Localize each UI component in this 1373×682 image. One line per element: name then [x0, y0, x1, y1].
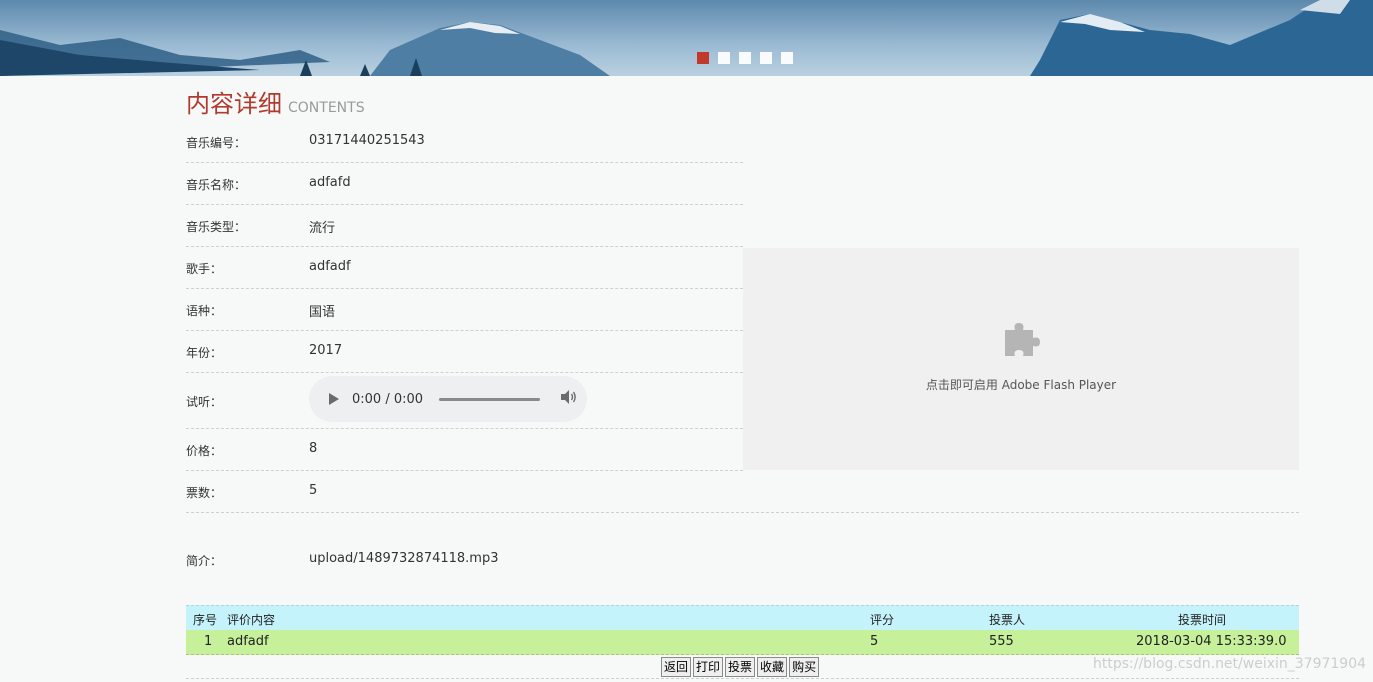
print-button[interactable]: 打印	[693, 657, 724, 677]
cell-content: adfadf	[227, 634, 269, 649]
carousel-indicators	[697, 52, 793, 64]
puzzle-icon	[1005, 323, 1040, 356]
detail-row-id: 音乐编号： 03171440251543	[186, 120, 743, 163]
detail-value: 03171440251543	[309, 133, 425, 148]
detail-row-language: 语种： 国语	[186, 288, 743, 331]
audio-time: 0:00 / 0:00	[352, 391, 424, 407]
detail-label: 音乐编号：	[186, 136, 247, 150]
detail-label: 歌手：	[186, 262, 223, 276]
header-score: 评分	[870, 613, 895, 627]
play-icon[interactable]	[329, 393, 339, 405]
detail-label: 语种：	[186, 304, 223, 318]
detail-label: 价格：	[186, 444, 223, 458]
divider	[186, 678, 1299, 679]
intro-label: 简介：	[186, 554, 223, 568]
detail-row-intro: 简介： upload/1489732874118.mp3	[186, 512, 1299, 604]
detail-row-price: 价格： 8	[186, 428, 743, 471]
flash-player-placeholder[interactable]: 点击即可启用 Adobe Flash Player	[743, 248, 1299, 470]
carousel-dot-4[interactable]	[760, 52, 772, 64]
vote-button[interactable]: 投票	[725, 657, 756, 677]
table-header: 序号 评价内容 评分 投票人 投票时间	[186, 605, 1299, 631]
detail-label: 试听：	[186, 395, 223, 409]
detail-value: adfadf	[309, 259, 351, 274]
cell-voter: 555	[989, 634, 1014, 649]
intro-value: upload/1489732874118.mp3	[309, 551, 499, 566]
detail-value: 8	[309, 441, 318, 456]
volume-icon[interactable]	[560, 389, 578, 409]
watermark: https://blog.csdn.net/weixin_37971904	[1093, 656, 1367, 672]
carousel-dot-5[interactable]	[781, 52, 793, 64]
title-cn: 内容详细	[186, 90, 282, 118]
carousel-dot-3[interactable]	[739, 52, 751, 64]
detail-row-type: 音乐类型： 流行	[186, 204, 743, 247]
detail-row-votes: 票数： 5	[186, 470, 1299, 513]
detail-value: 流行	[309, 221, 336, 236]
banner-carousel	[0, 0, 1373, 76]
page-title: 内容详细 CONTENTS	[186, 84, 365, 119]
detail-label: 年份：	[186, 346, 223, 360]
cell-index: 1	[204, 634, 213, 649]
detail-row-preview: 试听： 0:00 / 0:00	[186, 372, 743, 429]
detail-label: 音乐类型：	[186, 220, 247, 234]
detail-value: 2017	[309, 343, 343, 358]
carousel-dot-1[interactable]	[697, 52, 709, 64]
detail-row-singer: 歌手： adfadf	[186, 246, 743, 289]
header-index: 序号	[193, 613, 218, 627]
header-voter: 投票人	[989, 613, 1026, 627]
carousel-dot-2[interactable]	[718, 52, 730, 64]
audio-player[interactable]: 0:00 / 0:00	[309, 376, 587, 422]
detail-value: 国语	[309, 305, 336, 320]
flash-enable-text: 点击即可启用 Adobe Flash Player	[925, 378, 1117, 392]
banner-image	[0, 0, 1373, 76]
buy-button[interactable]: 购买	[789, 657, 820, 677]
detail-row-year: 年份： 2017	[186, 330, 743, 373]
detail-value: adfafd	[309, 175, 351, 190]
favorite-button[interactable]: 收藏	[757, 657, 788, 677]
detail-value: 5	[309, 483, 318, 498]
detail-label: 音乐名称：	[186, 178, 247, 192]
detail-row-name: 音乐名称： adfafd	[186, 162, 743, 205]
cell-time: 2018-03-04 15:33:39.0	[1136, 634, 1287, 649]
audio-progress-slider[interactable]	[439, 397, 541, 401]
cell-score: 5	[870, 634, 879, 649]
back-button[interactable]: 返回	[661, 657, 692, 677]
volume-icon-svg	[561, 390, 576, 404]
header-time: 投票时间	[1178, 613, 1227, 627]
action-buttons: 返回 打印 投票 收藏 购买	[661, 657, 820, 677]
header-content: 评价内容	[227, 613, 276, 627]
table-row: 1 adfadf 5 555 2018-03-04 15:33:39.0	[186, 630, 1299, 655]
detail-label: 票数：	[186, 486, 223, 500]
title-en: CONTENTS	[288, 100, 365, 116]
